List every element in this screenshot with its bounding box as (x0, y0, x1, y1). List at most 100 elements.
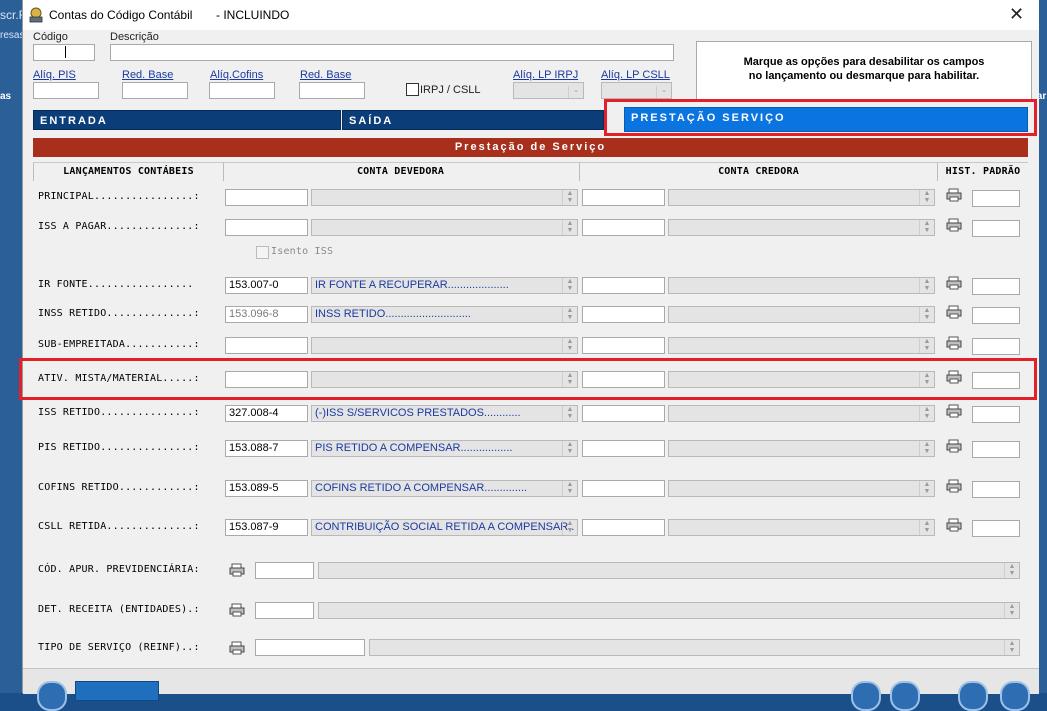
tipo-servico-select[interactable]: ▲ ▼ (369, 639, 1020, 656)
red-base-cofins-input[interactable] (299, 82, 365, 99)
row-label-iss-pagar: ISS A PAGAR..............: (38, 221, 200, 232)
debit-code-sub-empreitada[interactable] (225, 337, 308, 354)
cod-apur-select[interactable]: ▲ ▼ (318, 562, 1020, 579)
printer-icon[interactable] (946, 479, 962, 493)
credit-account-inss-retido[interactable]: ▲ ▼ (668, 306, 935, 323)
debit-code-ir-fonte[interactable]: 153.007-0 (225, 277, 308, 294)
spin-icon: ▲ ▼ (562, 481, 577, 496)
det-receita-select[interactable]: ▲ ▼ (318, 602, 1020, 619)
debit-code-iss-retido[interactable]: 327.008-4 (225, 405, 308, 422)
hist-padrao-iss-retido[interactable] (972, 406, 1020, 423)
tipo-servico-input[interactable] (255, 639, 365, 656)
hist-padrao-pis-retido[interactable] (972, 441, 1020, 458)
printer-icon[interactable] (946, 518, 962, 532)
printer-icon[interactable] (946, 336, 962, 350)
credit-account-csll-retida[interactable]: ▲ ▼ (668, 519, 935, 536)
codigo-input[interactable] (33, 44, 95, 61)
aliq-cofins-label: Alíq.Cofins (210, 69, 264, 81)
credit-account-ir-fonte[interactable]: ▲ ▼ (668, 277, 935, 294)
debit-account-csll-retida[interactable]: CONTRIBUIÇÃO SOCIAL RETIDA A COMPENSAR..… (311, 519, 578, 536)
printer-icon[interactable] (946, 276, 962, 290)
spin-icon: ▲ ▼ (562, 190, 577, 205)
debit-account-sub-empreitada[interactable]: ▲ ▼ (311, 337, 578, 354)
aliq-pis-label: Alíq. PIS (33, 69, 76, 81)
isento-iss-checkbox[interactable] (256, 246, 269, 259)
printer-icon[interactable] (946, 404, 962, 418)
credit-account-iss-retido[interactable]: ▲ ▼ (668, 405, 935, 422)
credit-code-ir-fonte[interactable] (582, 277, 665, 294)
background-text: resas (0, 30, 25, 41)
toolbar-blue-button[interactable] (75, 681, 159, 701)
printer-icon[interactable] (946, 188, 962, 202)
debit-account-ir-fonte[interactable]: IR FONTE A RECUPERAR....................… (311, 277, 578, 294)
credit-account-pis-retido[interactable]: ▲ ▼ (668, 440, 935, 457)
debit-account-pis-retido[interactable]: PIS RETIDO A COMPENSAR................. ▲… (311, 440, 578, 457)
debit-code-principal[interactable] (225, 189, 308, 206)
forward-round-icon[interactable] (890, 681, 920, 711)
spin-icon: ▲ ▼ (919, 441, 934, 456)
credit-code-iss-pagar[interactable] (582, 219, 665, 236)
tab-entrada[interactable]: ENTRADA (33, 110, 341, 130)
debit-account-principal[interactable]: ▲ ▼ (311, 189, 578, 206)
credit-code-cofins-retido[interactable] (582, 480, 665, 497)
det-receita-input[interactable] (255, 602, 314, 619)
debit-code-pis-retido[interactable]: 153.088-7 (225, 440, 308, 457)
credit-code-principal[interactable] (582, 189, 665, 206)
app-icon (29, 7, 43, 23)
row-label-ir-fonte: IR FONTE................. (38, 279, 194, 290)
back-round-icon[interactable] (851, 681, 881, 711)
credit-account-cofins-retido[interactable]: ▲ ▼ (668, 480, 935, 497)
debit-account-iss-retido[interactable]: (-)ISS S/SERVICOS PRESTADOS............ ▲… (311, 405, 578, 422)
credit-code-iss-retido[interactable] (582, 405, 665, 422)
credit-account-sub-empreitada[interactable]: ▲ ▼ (668, 337, 935, 354)
hist-padrao-iss-pagar[interactable] (972, 220, 1020, 237)
debit-code-iss-pagar[interactable] (225, 219, 308, 236)
printer-icon[interactable] (946, 305, 962, 319)
spin-icon: ▲ ▼ (562, 520, 577, 535)
printer-icon[interactable] (946, 439, 962, 453)
spin-icon: ▲ ▼ (919, 278, 934, 293)
debit-code-inss-retido[interactable]: 153.096-8 (225, 306, 308, 323)
menu-round-icon[interactable] (37, 681, 67, 711)
printer-icon[interactable] (229, 641, 245, 655)
printer-icon[interactable] (946, 218, 962, 232)
tab-saida[interactable]: SAÍDA (342, 110, 604, 130)
debit-account-inss-retido[interactable]: INSS RETIDO............................ ▲… (311, 306, 578, 323)
printer-icon[interactable] (229, 563, 245, 577)
save-round-icon[interactable] (958, 681, 988, 711)
exit-round-icon[interactable] (1000, 681, 1030, 711)
descricao-input[interactable] (110, 44, 674, 61)
debit-code-csll-retida[interactable]: 153.087-9 (225, 519, 308, 536)
debit-code-cofins-retido[interactable]: 153.089-5 (225, 480, 308, 497)
aliq-lp-irpj-select[interactable]: ⌄ (513, 82, 584, 99)
irpj-csll-checkbox[interactable] (406, 83, 419, 96)
hist-padrao-principal[interactable] (972, 190, 1020, 207)
debit-account-iss-pagar[interactable]: ▲ ▼ (311, 219, 578, 236)
debit-account-cofins-retido[interactable]: COFINS RETIDO A COMPENSAR.............. ▲… (311, 480, 578, 497)
cod-apur-input[interactable] (255, 562, 314, 579)
hist-padrao-csll-retida[interactable] (972, 520, 1020, 537)
spin-icon: ▲ ▼ (1004, 563, 1019, 578)
hist-padrao-cofins-retido[interactable] (972, 481, 1020, 498)
aliq-cofins-input[interactable] (209, 82, 275, 99)
red-base-label: Red. Base (300, 69, 352, 81)
window-mode: - INCLUINDO (216, 8, 290, 22)
aliq-pis-input[interactable] (33, 82, 99, 99)
close-icon[interactable]: ✕ (1009, 4, 1024, 25)
debit-account-text: PIS RETIDO A COMPENSAR................. (315, 442, 513, 454)
info-line: Marque as opções para desabilitar os cam… (743, 56, 985, 68)
credit-code-pis-retido[interactable] (582, 440, 665, 457)
title-bar[interactable]: Contas do Código Contábil - INCLUINDO ✕ (23, 0, 1039, 30)
hist-padrao-sub-empreitada[interactable] (972, 338, 1020, 355)
credit-code-csll-retida[interactable] (582, 519, 665, 536)
credit-account-iss-pagar[interactable]: ▲ ▼ (668, 219, 935, 236)
spin-icon: ▲ ▼ (562, 406, 577, 421)
aliq-lp-csll-select[interactable]: ⌄ (601, 82, 672, 99)
credit-code-sub-empreitada[interactable] (582, 337, 665, 354)
credit-code-inss-retido[interactable] (582, 306, 665, 323)
red-base-pis-input[interactable] (122, 82, 188, 99)
printer-icon[interactable] (229, 603, 245, 617)
credit-account-principal[interactable]: ▲ ▼ (668, 189, 935, 206)
hist-padrao-ir-fonte[interactable] (972, 278, 1020, 295)
hist-padrao-inss-retido[interactable] (972, 307, 1020, 324)
